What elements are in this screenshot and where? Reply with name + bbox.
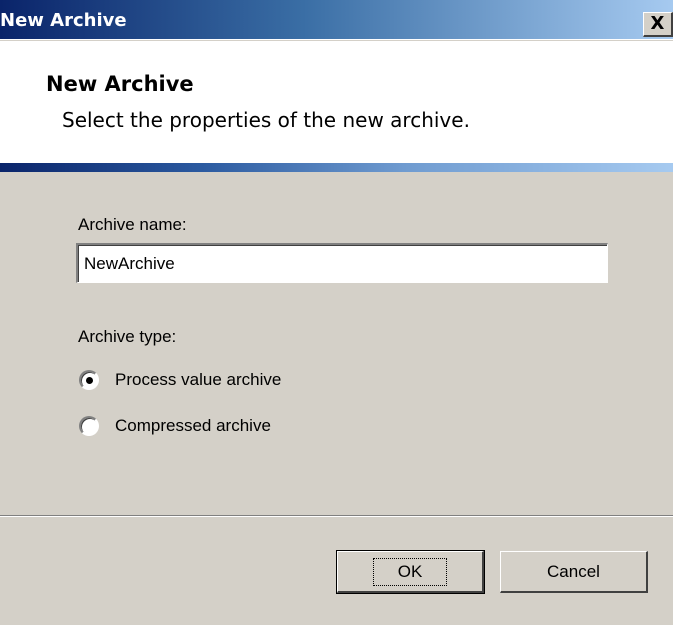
radio-label-process-value-archive: Process value archive xyxy=(115,370,282,389)
close-icon: X xyxy=(650,13,665,34)
archive-name-label: Archive name: xyxy=(78,215,187,234)
cancel-button-label: Cancel xyxy=(547,561,600,581)
footer-separator xyxy=(0,515,673,517)
cancel-button[interactable]: Cancel xyxy=(500,551,648,593)
header-divider xyxy=(0,163,673,172)
radio-button[interactable] xyxy=(79,416,99,436)
radio-button-selected[interactable] xyxy=(79,370,99,390)
page-subtitle: Select the properties of the new archive… xyxy=(62,108,470,132)
archive-type-label: Archive type: xyxy=(78,327,177,346)
new-archive-dialog: New Archive X New Archive Select the pro… xyxy=(0,0,673,625)
title-bar[interactable]: New Archive X xyxy=(0,0,673,40)
page-title: New Archive xyxy=(46,72,194,96)
radio-dot xyxy=(86,377,93,384)
radio-process-value-archive[interactable]: Process value archive xyxy=(79,367,281,393)
radio-compressed-archive[interactable]: Compressed archive xyxy=(79,413,271,439)
ok-button-label: OK xyxy=(372,557,448,586)
archive-name-input[interactable] xyxy=(76,243,608,283)
window-title: New Archive xyxy=(0,10,127,31)
header-panel xyxy=(0,41,673,163)
radio-label-compressed-archive: Compressed archive xyxy=(115,416,271,435)
close-button[interactable]: X xyxy=(643,12,673,37)
ok-button[interactable]: OK xyxy=(336,550,485,594)
